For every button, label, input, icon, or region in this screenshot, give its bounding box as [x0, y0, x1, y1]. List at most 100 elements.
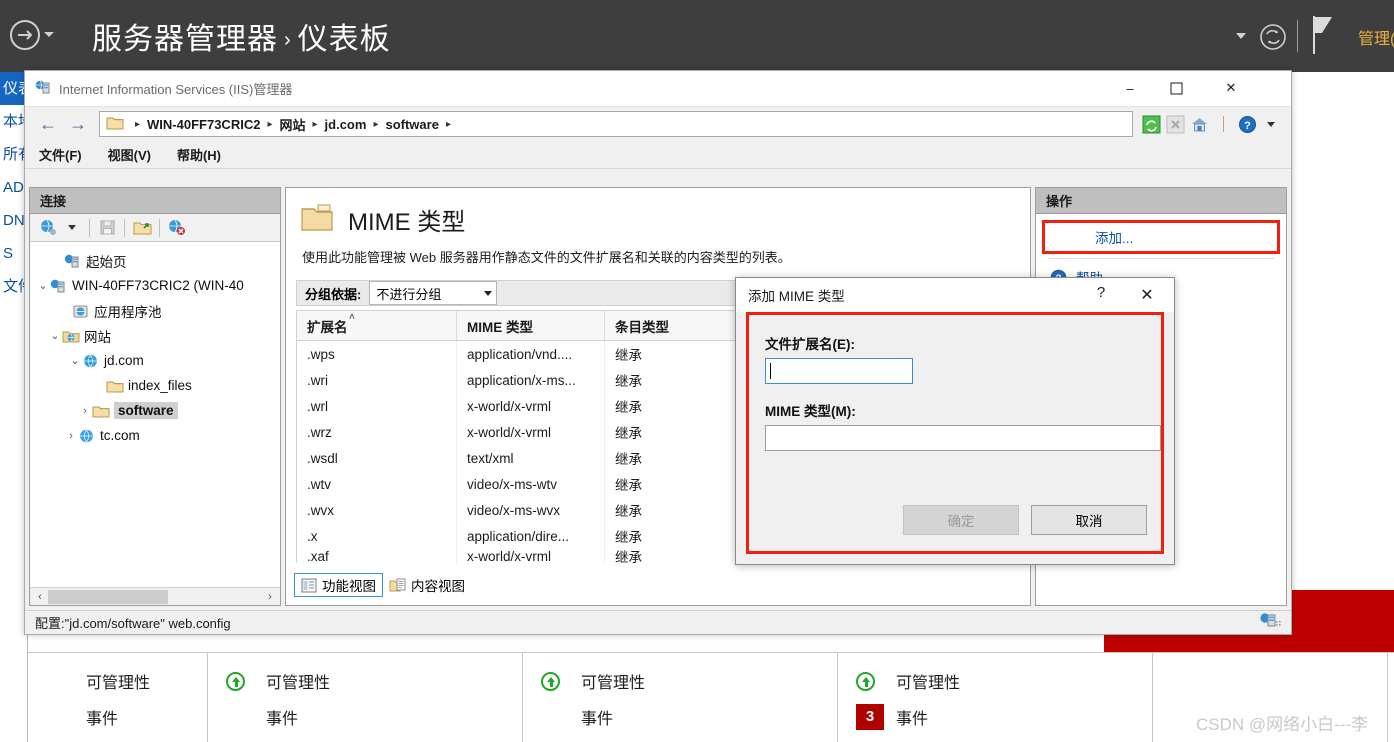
tile-row-label: 可管理性 — [266, 675, 331, 692]
sidebar-item-all-servers[interactable]: 所有服 — [0, 138, 27, 171]
close-button[interactable]: ✕ — [1203, 71, 1259, 105]
tile-row[interactable]: 服务 — [838, 735, 1152, 742]
connections-tree[interactable]: 起始页 ⌄ WIN-40FF73CRIC2 (WIN-40 应用程序池 ⌄ 网站… — [30, 242, 280, 587]
sidebar-item-ad-ds[interactable]: AD DS — [0, 171, 27, 204]
scroll-left-arrow-icon[interactable]: ‹ — [32, 591, 48, 603]
tree-node-folder-software[interactable]: › software — [36, 398, 280, 423]
group-by-value: 不进行分组 — [376, 286, 442, 302]
chevron-down-icon[interactable]: ⌄ — [48, 329, 62, 342]
tile-row[interactable]: 3 事件 — [838, 699, 1152, 735]
tile-row[interactable]: 可管理性 — [208, 663, 522, 699]
scroll-track[interactable] — [48, 589, 262, 604]
refresh-green-icon[interactable] — [1139, 112, 1163, 136]
tile-row[interactable]: 可管理性 — [523, 663, 837, 699]
tree-node-site-jd[interactable]: ⌄ jd.com — [36, 348, 280, 373]
breadcrumb-item-sites[interactable]: 网站 — [279, 115, 305, 134]
connections-hscrollbar[interactable]: ‹ › — [30, 587, 280, 605]
breadcrumb-item-folder[interactable]: software — [385, 117, 438, 132]
tile-row[interactable]: 服务 — [208, 735, 522, 742]
column-header-label: MIME 类型 — [467, 319, 533, 335]
tile-row[interactable]: 事件 — [28, 699, 207, 735]
dialog-help-button[interactable]: ? — [1090, 284, 1112, 306]
tab-features-view[interactable]: 功能视图 — [294, 573, 383, 597]
sidebar-item-file-services[interactable]: 文件和 — [0, 270, 27, 303]
dialog-close-button[interactable]: ✕ — [1130, 283, 1164, 307]
scroll-right-arrow-icon[interactable]: › — [262, 591, 278, 603]
scroll-thumb[interactable] — [48, 589, 168, 604]
group-by-select[interactable]: 不进行分组 — [369, 281, 498, 305]
chevron-down-icon[interactable] — [1259, 112, 1283, 136]
breadcrumb-item-site[interactable]: jd.com — [325, 117, 367, 132]
refresh-circle-icon[interactable] — [1258, 22, 1288, 52]
tile-row[interactable]: 可管理性 — [838, 663, 1152, 699]
toolbar-divider — [1297, 20, 1298, 52]
menu-help[interactable]: 帮助(H) — [177, 145, 221, 164]
maximize-button[interactable] — [1153, 71, 1199, 105]
file-extension-input[interactable] — [765, 358, 913, 384]
tile-row-label: 可管理性 — [581, 675, 646, 692]
minimize-button[interactable]: – — [1107, 71, 1153, 105]
connect-globe-icon[interactable] — [36, 216, 60, 240]
disconnect-globe-icon[interactable] — [165, 216, 189, 240]
notification-flag-icon[interactable] — [1308, 14, 1338, 59]
back-dropdown-caret-icon[interactable] — [44, 32, 54, 37]
sidebar-item-dns[interactable]: DNS — [0, 204, 27, 237]
cell-extension: .wsdl — [297, 445, 457, 471]
home-icon[interactable] — [1187, 112, 1211, 136]
back-arrow-circle-icon[interactable] — [8, 18, 42, 52]
cancel-button[interactable]: 取消 — [1031, 505, 1147, 535]
chevron-down-icon[interactable]: ⌄ — [36, 279, 50, 292]
chevron-right-icon[interactable]: › — [64, 430, 78, 442]
add-mime-type-action[interactable]: 添加... — [1042, 220, 1280, 254]
save-disk-icon — [95, 216, 119, 240]
ok-button[interactable]: 确定 — [903, 505, 1019, 535]
menu-view[interactable]: 视图(V) — [108, 145, 151, 164]
add-action-label: 添加... — [1095, 231, 1134, 246]
sidebar-item-local-server[interactable]: 本地服 — [0, 105, 27, 138]
chevron-down-icon[interactable] — [60, 216, 84, 240]
tile-row[interactable]: 性能 — [523, 735, 837, 742]
toolbar-divider — [159, 218, 160, 237]
cell-mime-type: x-world/x-vrml — [457, 393, 605, 419]
menu-file[interactable]: 文件(F) — [39, 145, 82, 164]
tree-node-label: WIN-40FF73CRIC2 (WIN-40 — [72, 278, 244, 293]
connections-pane: 连接 起始页 ⌄ WIN-40FF73CRIC2 (WIN-40 应用程序池 ⌄… — [29, 187, 281, 606]
tree-node-label: 网站 — [84, 329, 111, 345]
tree-node-label: jd.com — [104, 353, 144, 368]
mime-type-input[interactable] — [765, 425, 1161, 451]
tree-node-sites[interactable]: ⌄ 网站 — [36, 323, 280, 348]
watermark: CSDN @网络小白---李 — [1196, 715, 1369, 734]
tree-node-start-page[interactable]: 起始页 — [36, 248, 280, 273]
cell-mime-type: video/x-ms-wtv — [457, 471, 605, 497]
breadcrumb-item-server[interactable]: WIN-40FF73CRIC2 — [147, 117, 260, 132]
tile-row[interactable]: 事件 — [523, 699, 837, 735]
sidebar-item-s[interactable]: S — [0, 237, 27, 270]
column-header-extension[interactable]: 扩展名 ˄ — [297, 311, 457, 340]
chevron-down-icon[interactable] — [1236, 33, 1246, 39]
chevron-down-icon[interactable]: ⌄ — [68, 354, 82, 367]
tree-node-app-pools[interactable]: 应用程序池 — [36, 298, 280, 323]
sidebar-item-dashboard[interactable]: 仪表板 — [0, 72, 27, 105]
breadcrumb[interactable]: ▸ WIN-40FF73CRIC2 ▸ 网站 ▸ jd.com ▸ softwa… — [99, 111, 1133, 137]
manage-menu[interactable]: 管理( — [1358, 25, 1394, 49]
column-header-label: 扩展名 — [307, 319, 348, 335]
tree-node-site-tc[interactable]: › tc.com — [36, 423, 280, 448]
tile-row[interactable]: 事件 — [208, 699, 522, 735]
tree-node-server[interactable]: ⌄ WIN-40FF73CRIC2 (WIN-40 — [36, 273, 280, 298]
breadcrumb-separator: ▸ — [373, 118, 379, 130]
tile-row[interactable]: 可管理性 — [28, 663, 207, 699]
folder-icon — [106, 115, 124, 133]
window-title: Internet Information Services (IIS)管理器 — [59, 82, 293, 97]
tile-row[interactable]: 服务 — [28, 735, 207, 742]
tree-node-folder-index-files[interactable]: index_files — [36, 373, 280, 398]
open-folder-icon[interactable] — [130, 216, 154, 240]
chevron-right-icon[interactable]: › — [78, 405, 92, 417]
tab-content-view[interactable]: 内容视图 — [383, 573, 471, 597]
help-question-icon[interactable]: ? — [1235, 112, 1259, 136]
forward-button[interactable]: → — [63, 111, 93, 137]
column-header-mime-type[interactable]: MIME 类型 — [457, 311, 605, 340]
add-action-wrapper: 添加... — [1036, 220, 1286, 254]
back-button[interactable]: ← — [33, 111, 63, 137]
chevron-down-icon[interactable] — [484, 290, 493, 296]
page-header: MIME 类型 — [286, 188, 1030, 237]
